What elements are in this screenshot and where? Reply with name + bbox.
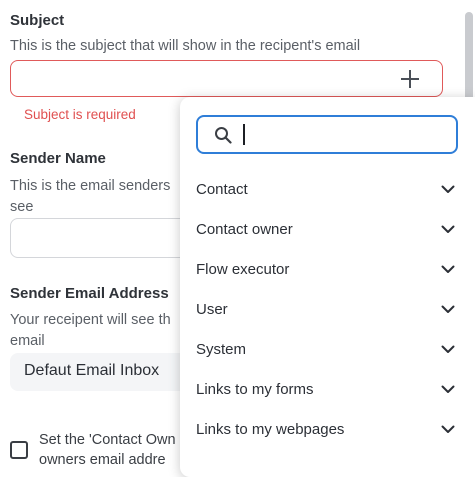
text-cursor (243, 124, 245, 145)
search-icon (215, 127, 232, 144)
contact-owner-checkbox[interactable] (10, 441, 28, 459)
category-contact[interactable]: Contact (180, 169, 475, 209)
subject-error-message: Subject is required (24, 107, 136, 122)
category-label: Links to my webpages (196, 420, 345, 438)
category-links-to-my-forms[interactable]: Links to my forms (180, 369, 475, 409)
sender-name-label: Sender Name (10, 150, 106, 167)
category-system[interactable]: System (180, 329, 475, 369)
chevron-down-icon (441, 385, 455, 393)
chevron-down-icon (441, 345, 455, 353)
chevron-down-icon (441, 305, 455, 313)
contact-owner-line1: Set the 'Contact Own (39, 432, 176, 448)
subject-input[interactable] (10, 60, 443, 97)
category-label: Contact owner (196, 220, 293, 238)
chevron-down-icon (441, 265, 455, 273)
subject-label: Subject (10, 12, 65, 29)
category-label: System (196, 340, 247, 358)
category-flow-executor[interactable]: Flow executor (180, 249, 475, 289)
variable-picker-popover: Contact Contact owner Flow executor User… (180, 97, 475, 477)
variable-category-list: Contact Contact owner Flow executor User… (180, 169, 475, 449)
chevron-down-icon (441, 425, 455, 433)
contact-owner-option-text: Set the 'Contact Own owners email addre (39, 430, 189, 470)
sender-name-help-line2: see (10, 199, 34, 215)
subject-help-text: This is the subject that will show in th… (10, 38, 361, 54)
scrollbar[interactable] (465, 12, 473, 106)
category-label: User (196, 300, 228, 318)
add-variable-icon[interactable] (400, 69, 420, 89)
category-label: Flow executor (196, 260, 290, 278)
sender-name-help-line1: This is the email senders (10, 178, 171, 194)
chevron-down-icon (441, 185, 455, 193)
category-label: Links to my forms (196, 380, 314, 398)
category-label: Contact (196, 180, 248, 198)
sender-email-help-line2: email (10, 333, 45, 349)
contact-owner-line2: owners email addre (39, 452, 166, 468)
sender-email-value: Defaut Email Inbox (24, 362, 160, 379)
category-links-to-my-webpages[interactable]: Links to my webpages (180, 409, 475, 449)
category-contact-owner[interactable]: Contact owner (180, 209, 475, 249)
chevron-down-icon (441, 225, 455, 233)
sender-email-help-line1: Your receipent will see th (10, 312, 171, 328)
sender-email-label: Sender Email Address (10, 285, 169, 302)
category-user[interactable]: User (180, 289, 475, 329)
variable-search-input[interactable] (196, 115, 458, 154)
